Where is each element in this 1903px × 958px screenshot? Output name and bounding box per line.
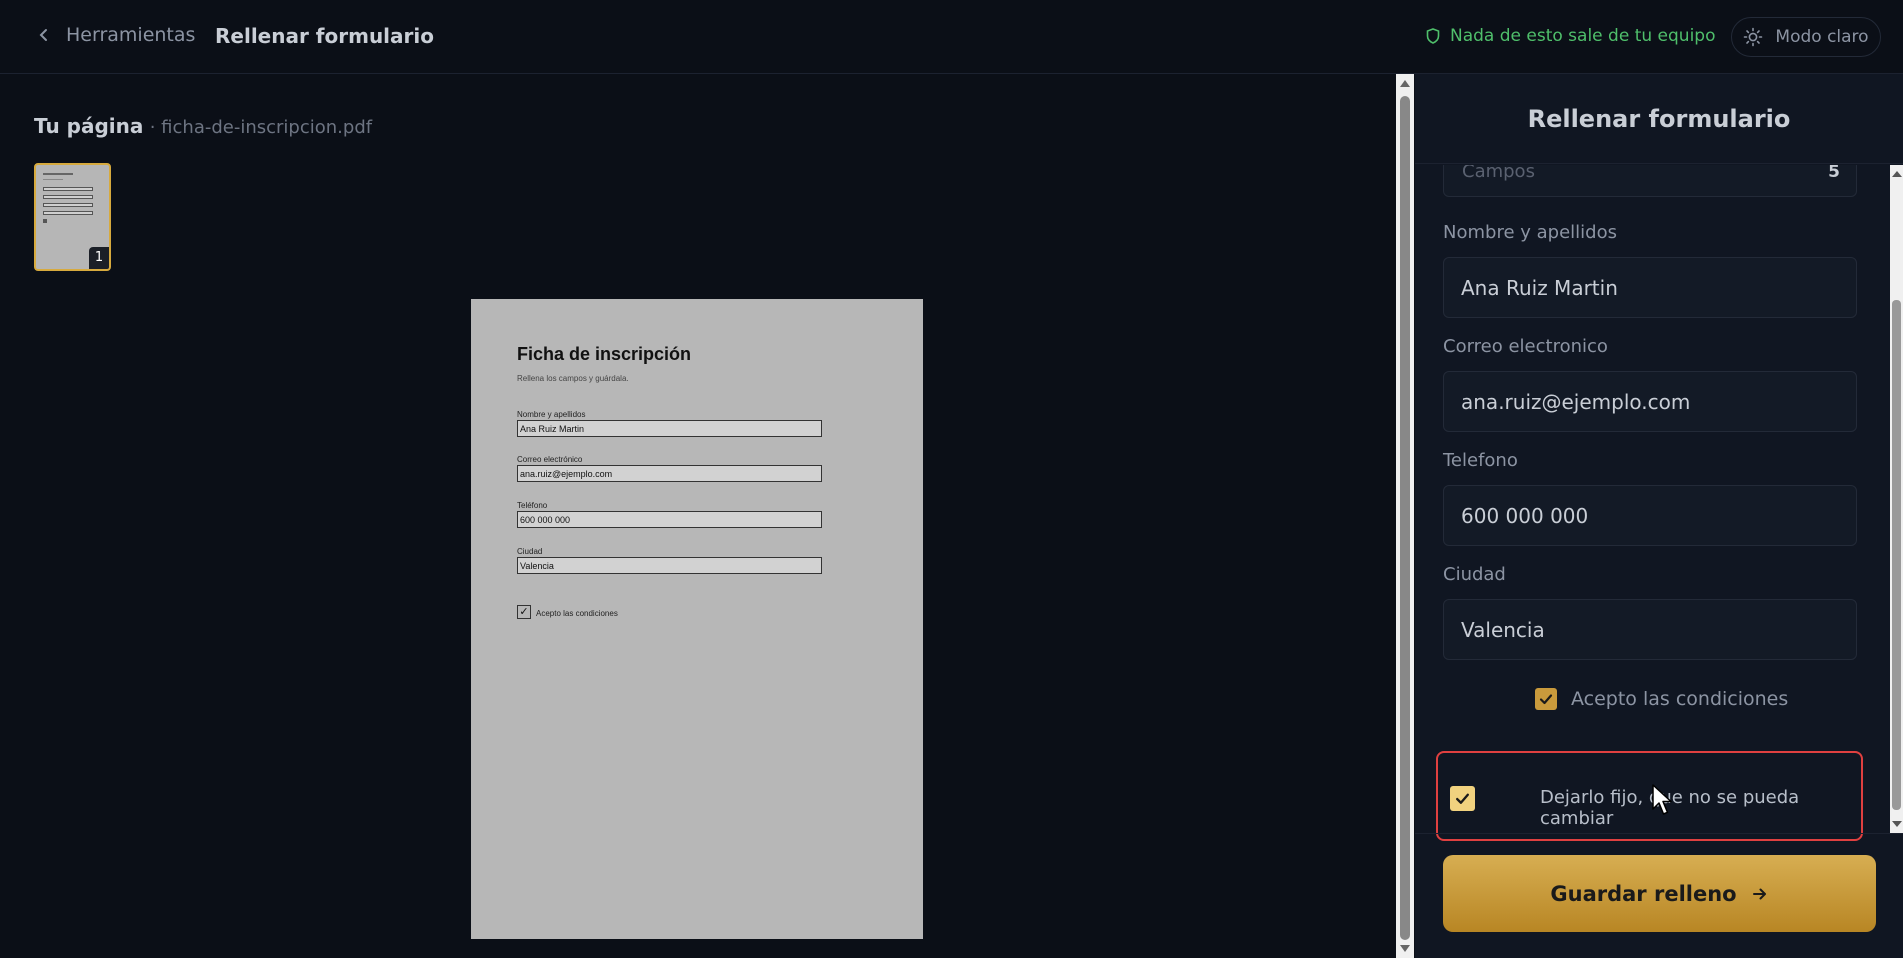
accept-checkbox-row[interactable]: Acepto las condiciones	[1535, 688, 1788, 710]
scroll-down-icon[interactable]	[1892, 821, 1902, 827]
pdf-title: Ficha de inscripción	[517, 344, 692, 364]
check-icon	[1539, 694, 1553, 705]
arrow-right-icon	[1752, 888, 1766, 899]
thumbnail-checkbox	[43, 219, 47, 223]
pdf-field-label: Ciudad	[517, 547, 543, 556]
field-count: Campos 5	[1443, 165, 1857, 197]
scrollbar-thumb[interactable]	[1400, 96, 1410, 940]
email-field[interactable]	[1443, 371, 1857, 432]
accept-label: Acepto las condiciones	[1571, 688, 1789, 710]
scroll-up-icon[interactable]	[1892, 171, 1902, 177]
email-label: Correo electronico	[1443, 336, 1608, 357]
privacy-notice: Nada de esto sale de tu equipo	[1426, 26, 1715, 46]
pdf-subtitle: Rellena los campos y guárdala.	[517, 374, 629, 383]
chevron-left-icon	[39, 29, 47, 41]
lock-label: Dejarlo fijo, que no se pueda cambiar	[1540, 787, 1800, 829]
panel-form: Campos 5 Nombre y apellidos Correo elect…	[1415, 165, 1885, 833]
theme-toggle-button[interactable]: Modo claro	[1731, 17, 1881, 57]
panel-title: Rellenar formulario	[1415, 74, 1903, 164]
thumbnail-field	[43, 203, 93, 207]
name-label: Nombre y apellidos	[1443, 222, 1617, 243]
preview-heading: Tu página · ficha-de-inscripcion.pdf	[34, 114, 372, 138]
panel-scrollbar[interactable]	[1890, 165, 1903, 833]
pdf-page: Ficha de inscripción Rellena los campos …	[471, 299, 923, 939]
pdf-field-label: Nombre y apellidos	[517, 410, 586, 419]
scroll-up-icon[interactable]	[1400, 80, 1410, 87]
panel-divider	[1415, 833, 1903, 834]
preview-title: Tu página	[34, 114, 144, 138]
pdf-field-box[interactable]: 600 000 000	[517, 511, 822, 528]
save-button-label: Guardar relleno	[1550, 881, 1737, 906]
privacy-text: Nada de esto sale de tu equipo	[1450, 26, 1716, 46]
page-title: Rellenar formulario	[215, 24, 434, 48]
preview-filename: · ficha-de-inscripcion.pdf	[149, 117, 373, 138]
thumbnail-field	[43, 211, 93, 215]
phone-label: Telefono	[1443, 450, 1518, 471]
city-field[interactable]	[1443, 599, 1857, 660]
thumbnail-field	[43, 195, 93, 199]
thumbnail-line	[43, 179, 63, 180]
mouse-cursor-icon	[1652, 784, 1672, 815]
pdf-checkbox-label: Acepto las condiciones	[536, 609, 618, 618]
top-bar: Herramientas Rellenar formulario Nada de…	[0, 0, 1903, 74]
pdf-field-label: Correo electrónico	[517, 455, 583, 464]
field-count-value: 5	[1828, 165, 1840, 182]
scrollbar-thumb[interactable]	[1892, 300, 1901, 810]
accept-checkbox[interactable]	[1535, 688, 1557, 710]
preview-scrollbar[interactable]	[1396, 74, 1414, 958]
sun-icon	[1744, 27, 1763, 47]
scroll-down-icon[interactable]	[1400, 945, 1410, 952]
lock-checkbox[interactable]	[1450, 786, 1475, 811]
side-panel: Rellenar formulario Campos 5 Nombre y ap…	[1415, 74, 1903, 958]
city-label: Ciudad	[1443, 564, 1506, 585]
pdf-field-box[interactable]: Valencia	[517, 557, 822, 574]
theme-toggle-label: Modo claro	[1775, 27, 1869, 47]
name-field[interactable]	[1443, 257, 1857, 318]
check-icon	[1456, 793, 1469, 804]
field-count-label: Campos	[1462, 165, 1535, 182]
save-button[interactable]: Guardar relleno	[1443, 855, 1876, 932]
pdf-field-box[interactable]: Ana Ruiz Martin	[517, 420, 822, 437]
pdf-field-label: Teléfono	[517, 501, 548, 510]
lock-checkbox-row[interactable]: Dejarlo fijo, que no se pueda cambiar	[1436, 751, 1863, 841]
pdf-checkbox[interactable]: ✓	[517, 605, 531, 619]
back-link[interactable]: Herramientas	[36, 24, 195, 46]
back-label: Herramientas	[66, 24, 196, 46]
pdf-field-box[interactable]: ana.ruiz@ejemplo.com	[517, 465, 822, 482]
thumbnail-page-number: 1	[89, 247, 109, 269]
thumbnail-field	[43, 187, 93, 191]
page-thumbnail[interactable]: 1	[34, 163, 111, 271]
thumbnail-line	[43, 173, 73, 175]
shield-icon	[1426, 28, 1440, 44]
phone-field[interactable]	[1443, 485, 1857, 546]
